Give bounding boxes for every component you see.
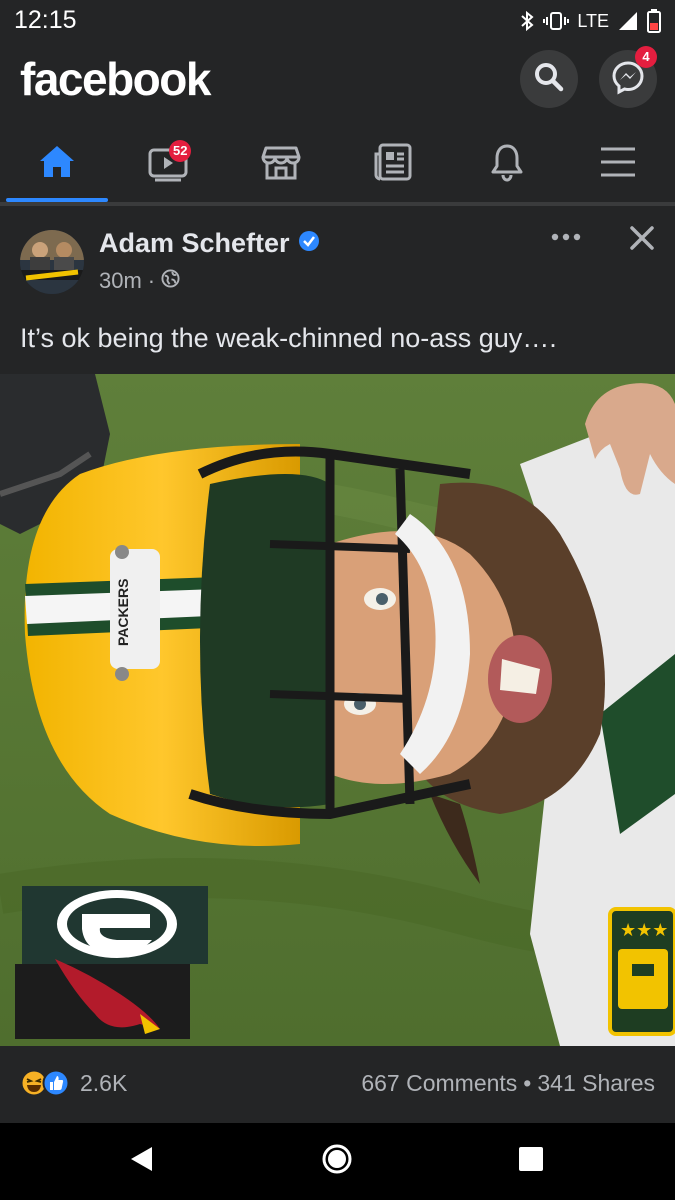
verified-icon (298, 228, 320, 259)
vibrate-icon (543, 10, 570, 32)
recents-icon (518, 1146, 544, 1177)
status-icons: LTE (519, 6, 661, 36)
jersey-stars: ★★★ (620, 920, 668, 941)
post-image[interactable]: ★★★ PACKERS (0, 374, 675, 1046)
recents-button[interactable] (508, 1138, 554, 1184)
messenger-badge: 4 (635, 46, 657, 68)
reaction-count[interactable]: 2.6K (80, 1070, 127, 1097)
tab-watch[interactable]: 52 (117, 126, 219, 202)
messenger-button[interactable]: 4 (599, 46, 657, 108)
status-time: 12:15 (14, 6, 77, 34)
tab-news[interactable] (342, 126, 444, 202)
menu-icon (598, 142, 638, 187)
system-nav-bar (0, 1123, 675, 1200)
back-button[interactable] (118, 1138, 164, 1184)
main-nav: 52 (0, 126, 675, 202)
home-icon (37, 142, 77, 187)
stat-separator: • (523, 1070, 532, 1096)
marketplace-icon (260, 142, 302, 187)
back-icon (128, 1145, 154, 1178)
comments-count[interactable]: 667 Comments (361, 1070, 517, 1097)
signal-icon (617, 10, 639, 32)
comments-shares: 667 Comments • 341 Shares (361, 1070, 655, 1097)
post-author[interactable]: Adam Schefter (99, 228, 320, 259)
post-time[interactable]: 30m (99, 268, 142, 294)
feed-post: Adam Schefter 30m · It’s ok being the we… (0, 206, 675, 1123)
reaction-icons[interactable] (20, 1069, 70, 1102)
post-options-button[interactable] (548, 222, 584, 252)
app-header: facebook 4 (0, 42, 675, 126)
battery-icon (647, 9, 661, 33)
search-icon (532, 60, 566, 99)
post-meta: 30m · (99, 268, 180, 294)
home-circle-icon (321, 1143, 353, 1180)
tab-notifications[interactable] (456, 126, 558, 202)
globe-icon (161, 268, 180, 294)
shares-count[interactable]: 341 Shares (537, 1070, 655, 1097)
home-button[interactable] (314, 1138, 360, 1184)
search-button[interactable] (520, 50, 578, 108)
status-bar: 12:15 LTE (0, 0, 675, 42)
helmet-label: PACKERS (115, 579, 131, 646)
post-reactions-bar: 2.6K 667 Comments • 341 Shares (0, 1046, 675, 1123)
bluetooth-icon (519, 10, 535, 32)
like-reaction-icon (42, 1069, 70, 1102)
news-icon (372, 142, 414, 187)
tab-home[interactable] (6, 126, 108, 202)
close-icon (629, 225, 655, 256)
tab-menu[interactable] (567, 126, 669, 202)
network-label: LTE (577, 10, 609, 31)
meta-separator: · (147, 268, 156, 293)
hide-post-button[interactable] (624, 222, 660, 258)
facebook-logo[interactable]: facebook (20, 52, 211, 106)
author-avatar[interactable] (20, 230, 84, 294)
author-name[interactable]: Adam Schefter (99, 228, 290, 259)
tab-marketplace[interactable] (230, 126, 332, 202)
post-text: It’s ok being the weak-chinned no-ass gu… (20, 323, 557, 353)
notifications-icon (487, 142, 527, 187)
more-icon (551, 228, 581, 246)
